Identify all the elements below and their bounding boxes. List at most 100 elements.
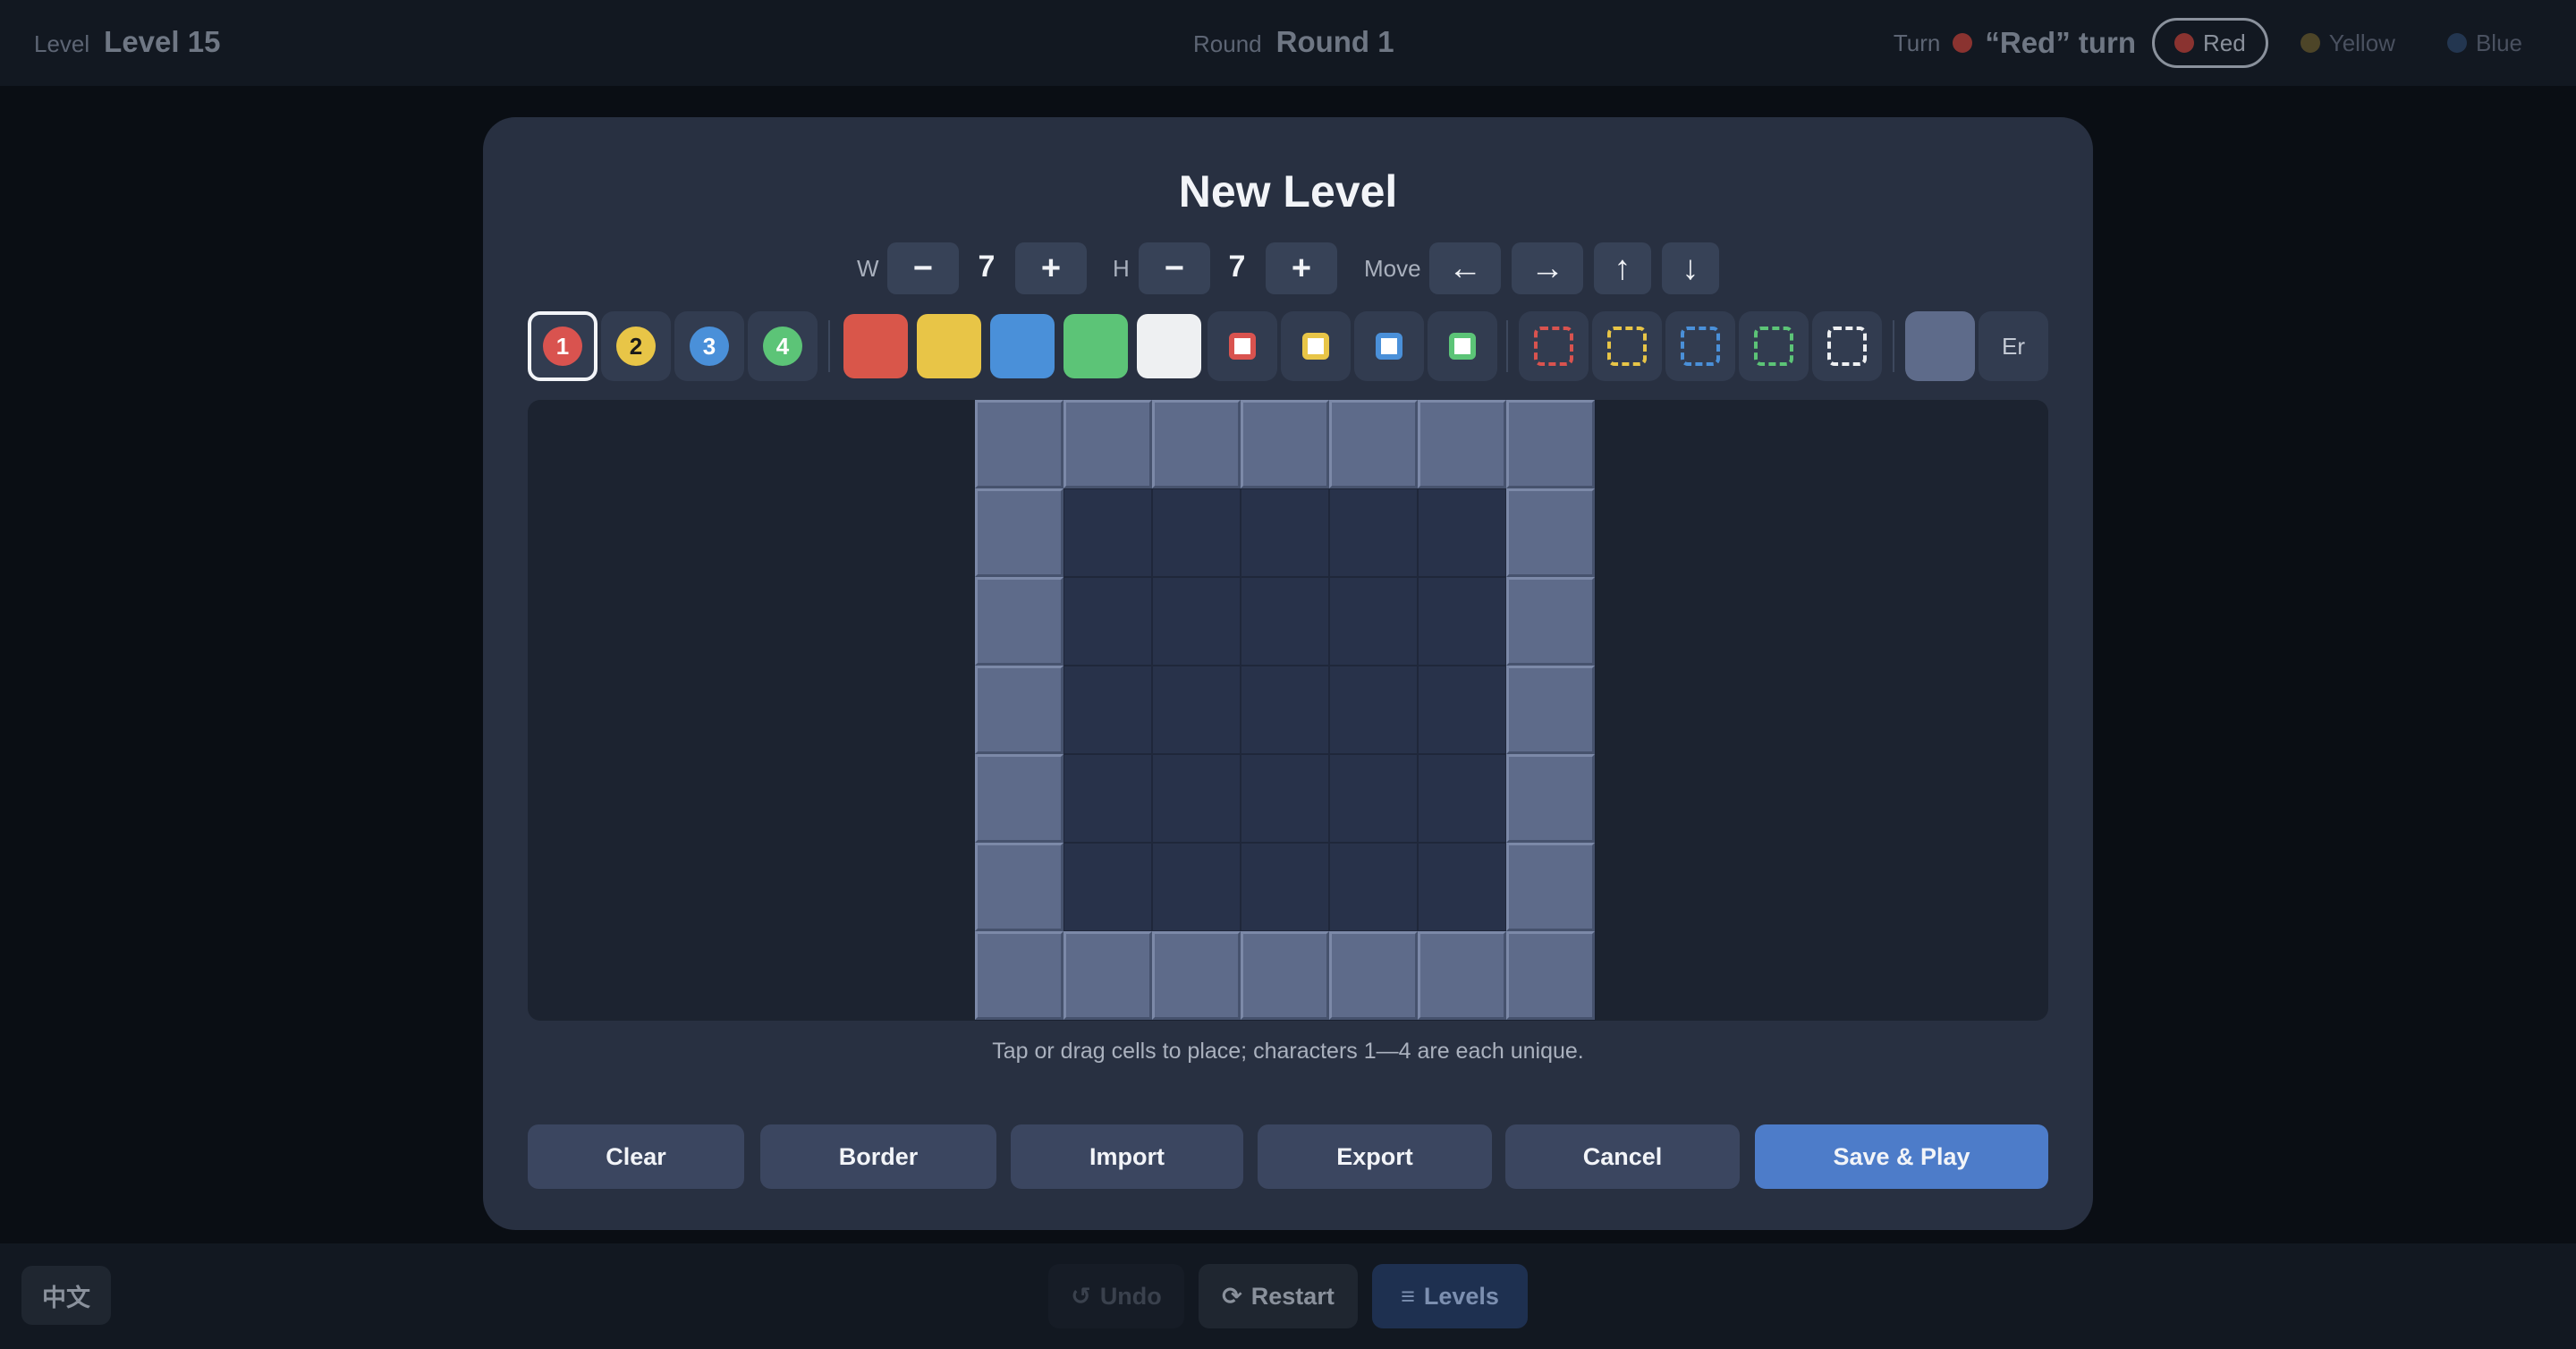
palette-target-yellow[interactable] (1281, 311, 1351, 381)
wall-cell[interactable] (1241, 931, 1329, 1020)
wall-cell[interactable] (1418, 400, 1506, 488)
wall-cell[interactable] (1506, 931, 1595, 1020)
character-3-icon: 3 (690, 327, 729, 366)
floor-cell[interactable] (1152, 577, 1241, 666)
floor-cell[interactable] (1152, 843, 1241, 931)
width-value: 7 (978, 250, 996, 284)
floor-cell[interactable] (1418, 843, 1506, 931)
floor-cell[interactable] (1063, 754, 1152, 843)
character-2-icon: 2 (616, 327, 656, 366)
export-button[interactable]: Export (1258, 1124, 1492, 1189)
player-pill-red[interactable]: Red (2152, 18, 2268, 68)
palette-character-4[interactable]: 4 (748, 311, 818, 381)
palette-block-white[interactable] (1134, 311, 1204, 381)
level-grid[interactable] (975, 400, 1596, 1021)
height-decrease-button[interactable]: − (1139, 242, 1210, 294)
wall-cell[interactable] (975, 666, 1063, 754)
wall-cell[interactable] (1152, 931, 1241, 1020)
palette-character-1[interactable]: 1 (528, 311, 597, 381)
border-button[interactable]: Border (760, 1124, 996, 1189)
save-and-play-button[interactable]: Save & Play (1755, 1124, 2048, 1189)
palette-block-blue[interactable] (987, 311, 1057, 381)
floor-cell[interactable] (1241, 488, 1329, 577)
palette-erase[interactable]: Er (1979, 311, 2048, 381)
wall-cell[interactable] (1506, 754, 1595, 843)
green-zone-icon (1754, 327, 1793, 366)
palette-target-blue[interactable] (1354, 311, 1424, 381)
palette-block-red[interactable] (841, 311, 911, 381)
floor-cell[interactable] (1329, 754, 1418, 843)
palette-zone-green[interactable] (1739, 311, 1809, 381)
wall-cell[interactable] (1329, 931, 1418, 1020)
palette-block-yellow[interactable] (914, 311, 984, 381)
import-button[interactable]: Import (1011, 1124, 1243, 1189)
move-down-button[interactable]: ↓ (1662, 242, 1719, 294)
floor-cell[interactable] (1152, 754, 1241, 843)
wall-cell[interactable] (975, 488, 1063, 577)
wall-cell[interactable] (1506, 843, 1595, 931)
wall-cell[interactable] (1418, 931, 1506, 1020)
floor-cell[interactable] (1152, 488, 1241, 577)
player-pill-blue[interactable]: Blue (2428, 18, 2542, 68)
floor-cell[interactable] (1329, 577, 1418, 666)
palette-block-green[interactable] (1061, 311, 1131, 381)
floor-cell[interactable] (1152, 666, 1241, 754)
wall-cell[interactable] (1506, 577, 1595, 666)
cancel-button[interactable]: Cancel (1505, 1124, 1740, 1189)
wall-cell[interactable] (975, 843, 1063, 931)
wall-cell[interactable] (975, 931, 1063, 1020)
move-right-button[interactable]: → (1512, 242, 1583, 294)
blue-zone-icon (1681, 327, 1720, 366)
floor-cell[interactable] (1241, 754, 1329, 843)
wall-cell[interactable] (1063, 400, 1152, 488)
palette-wall[interactable] (1905, 311, 1975, 381)
floor-cell[interactable] (1063, 666, 1152, 754)
wall-cell[interactable] (975, 400, 1063, 488)
floor-cell[interactable] (1241, 666, 1329, 754)
floor-cell[interactable] (1418, 488, 1506, 577)
palette-target-green[interactable] (1428, 311, 1497, 381)
floor-cell[interactable] (1329, 843, 1418, 931)
floor-cell[interactable] (1063, 843, 1152, 931)
language-button[interactable]: 中文 (21, 1266, 111, 1325)
palette-target-red[interactable] (1208, 311, 1277, 381)
palette-character-2[interactable]: 2 (601, 311, 671, 381)
height-increase-button[interactable]: + (1266, 242, 1337, 294)
wall-cell[interactable] (1152, 400, 1241, 488)
white-zone-icon (1827, 327, 1867, 366)
palette-zone-red[interactable] (1519, 311, 1589, 381)
floor-cell[interactable] (1329, 488, 1418, 577)
player-pill-yellow[interactable]: Yellow (2281, 18, 2415, 68)
width-decrease-button[interactable]: − (887, 242, 959, 294)
palette-character-3[interactable]: 3 (674, 311, 744, 381)
wall-cell[interactable] (1329, 400, 1418, 488)
move-up-button[interactable]: ↑ (1594, 242, 1651, 294)
floor-cell[interactable] (1241, 843, 1329, 931)
wall-cell[interactable] (1506, 488, 1595, 577)
palette-zone-white[interactable] (1812, 311, 1882, 381)
move-left-button[interactable]: ← (1429, 242, 1501, 294)
wall-cell[interactable] (1241, 400, 1329, 488)
floor-cell[interactable] (1418, 754, 1506, 843)
wall-cell[interactable] (975, 577, 1063, 666)
wall-cell[interactable] (1063, 931, 1152, 1020)
floor-cell[interactable] (1418, 666, 1506, 754)
floor-cell[interactable] (1241, 577, 1329, 666)
wall-cell[interactable] (1506, 400, 1595, 488)
floor-cell[interactable] (1418, 577, 1506, 666)
red-block-icon (843, 314, 908, 378)
palette-zone-blue[interactable] (1665, 311, 1735, 381)
restart-button[interactable]: ⟳ Restart (1199, 1264, 1358, 1328)
wall-cell[interactable] (1506, 666, 1595, 754)
undo-button[interactable]: ↺ Undo (1048, 1264, 1184, 1328)
clear-button[interactable]: Clear (528, 1124, 744, 1189)
palette-zone-yellow[interactable] (1592, 311, 1662, 381)
editor-board (528, 400, 2048, 1021)
floor-cell[interactable] (1063, 577, 1152, 666)
floor-cell[interactable] (1063, 488, 1152, 577)
turn-dot-icon (1953, 33, 1973, 53)
levels-button[interactable]: ≡ Levels (1372, 1264, 1528, 1328)
floor-cell[interactable] (1329, 666, 1418, 754)
width-increase-button[interactable]: + (1015, 242, 1087, 294)
wall-cell[interactable] (975, 754, 1063, 843)
